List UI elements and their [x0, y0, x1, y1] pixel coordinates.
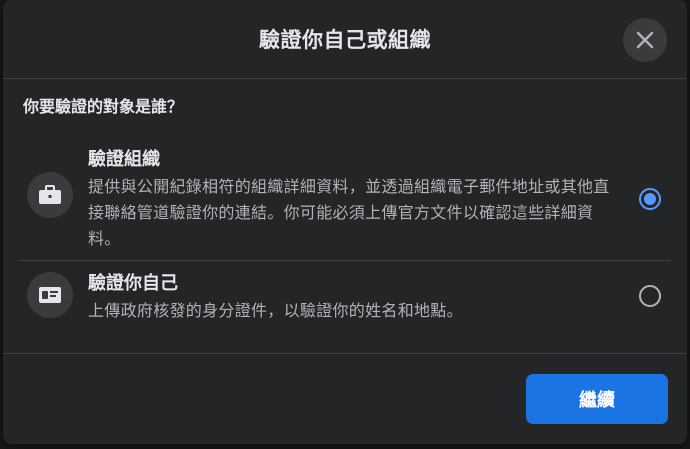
- id-card-icon: [27, 272, 73, 318]
- footer-divider: [3, 353, 687, 354]
- option-divider: [19, 260, 671, 261]
- close-icon: [636, 31, 654, 49]
- option-title: 驗證你自己: [88, 273, 178, 294]
- dialog-title: 驗證你自己或組織: [259, 28, 431, 52]
- radio-verify-organization[interactable]: [639, 188, 661, 210]
- close-button[interactable]: [623, 18, 667, 62]
- briefcase-icon: [27, 172, 73, 218]
- verify-dialog: 驗證你自己或組織 你要驗證的對象是誰？ 驗證組織 提供與公開紀錄相符的組織詳細資…: [3, 0, 687, 444]
- radio-verify-self[interactable]: [639, 285, 661, 307]
- option-description: 提供與公開紀錄相符的組織詳細資料，並透過組織電子郵件地址或其他直接聯絡管道驗證你…: [88, 177, 610, 248]
- dialog-header: 驗證你自己或組織: [3, 0, 687, 79]
- option-description: 上傳政府核發的身分證件，以驗證你的姓名和地點。: [88, 301, 463, 320]
- option-verify-organization[interactable]: 驗證組織 提供與公開紀錄相符的組織詳細資料，並透過組織電子郵件地址或其他直接聯絡…: [19, 146, 671, 258]
- option-text: 驗證你自己 上傳政府核發的身分證件，以驗證你的姓名和地點。: [88, 270, 618, 324]
- radio-selected-dot: [644, 193, 656, 205]
- option-title: 驗證組織: [88, 149, 160, 170]
- verify-question: 你要驗證的對象是誰？: [23, 97, 184, 116]
- option-verify-self[interactable]: 驗證你自己 上傳政府核發的身分證件，以驗證你的姓名和地點。: [19, 270, 671, 340]
- continue-button[interactable]: 繼續: [526, 374, 668, 424]
- option-text: 驗證組織 提供與公開紀錄相符的組織詳細資料，並透過組織電子郵件地址或其他直接聯絡…: [88, 146, 618, 252]
